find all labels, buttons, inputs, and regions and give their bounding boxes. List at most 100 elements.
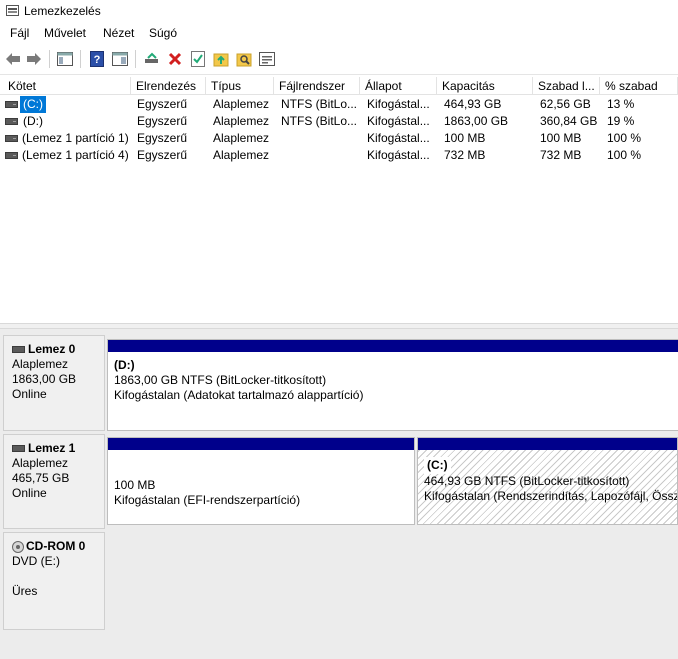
volume-free-space: 360,84 GB xyxy=(540,114,598,128)
column-header-status[interactable]: Állapot xyxy=(360,77,437,95)
back-arrow-icon[interactable] xyxy=(4,50,22,68)
volume-status: Kifogástal... xyxy=(367,97,430,111)
search-icon[interactable] xyxy=(235,50,253,68)
column-header-filesystem[interactable]: Fájlrendszer xyxy=(274,77,360,95)
table-row[interactable]: (Lemez 1 partíció 4) Egyszerű Alaplemez … xyxy=(0,147,678,164)
volume-type: Alaplemez xyxy=(213,148,270,162)
partition-efi[interactable]: 100 MB Kifogástalan (EFI-rendszerpartíci… xyxy=(107,437,415,525)
toolbar-separator xyxy=(49,50,50,68)
disk-icon xyxy=(12,346,25,354)
disk-status: Online xyxy=(12,486,47,500)
window-title: Lemezkezelés xyxy=(24,4,101,18)
cdrom-0-area xyxy=(106,532,678,630)
disk-management-icon xyxy=(6,5,19,16)
volume-free-space: 62,56 GB xyxy=(540,97,591,111)
svg-text:?: ? xyxy=(94,54,101,66)
partition-title: (C:) xyxy=(424,457,451,474)
menu-view[interactable]: Nézet xyxy=(102,26,135,40)
volume-percent-free: 13 % xyxy=(607,97,635,111)
cdrom-icon xyxy=(12,540,24,553)
volume-name: (Lemez 1 partíció 4) xyxy=(22,148,129,162)
cdrom-0-label[interactable]: CD-ROM 0 DVD (E:) Üres xyxy=(3,532,105,630)
console-tree-icon[interactable] xyxy=(56,50,74,68)
partition-size-fs: 464,93 GB NTFS (BitLocker-titkosított) xyxy=(424,474,630,488)
volume-free-space: 100 MB xyxy=(540,131,582,145)
disk-type: DVD (E:) xyxy=(12,554,60,568)
disk-size: 465,75 GB xyxy=(12,471,70,485)
help-icon[interactable]: ? xyxy=(88,50,106,68)
disk-size: 1863,00 GB xyxy=(12,372,77,386)
toolbar: ? xyxy=(0,44,678,75)
volume-layout: Egyszerű xyxy=(137,131,188,145)
toolbar-separator xyxy=(80,50,81,68)
partition-status: Kifogástalan (Rendszerindítás, Lapozófáj… xyxy=(424,489,677,503)
settings-list-icon[interactable] xyxy=(258,50,276,68)
volume-type: Alaplemez xyxy=(213,114,270,128)
partition-bar xyxy=(418,438,677,450)
disk-map: Lemez 0 Alaplemez 1863,00 GB Online (D:)… xyxy=(0,329,678,659)
volume-percent-free: 100 % xyxy=(607,148,642,162)
volume-status: Kifogástal... xyxy=(367,148,430,162)
disk-type: Alaplemez xyxy=(12,456,69,470)
volume-name: (D:) xyxy=(23,114,43,128)
volume-percent-free: 100 % xyxy=(607,131,642,145)
disk-0-label[interactable]: Lemez 0 Alaplemez 1863,00 GB Online xyxy=(3,335,105,431)
toolbar-separator xyxy=(135,50,136,68)
disk-1-label[interactable]: Lemez 1 Alaplemez 465,75 GB Online xyxy=(3,434,105,529)
table-row[interactable]: (D:) Egyszerű Alaplemez NTFS (BitLo... K… xyxy=(0,113,678,130)
disk-name: Lemez 0 xyxy=(28,342,76,356)
table-row[interactable]: (C:) Egyszerű Alaplemez NTFS (BitLo... K… xyxy=(0,96,678,113)
volume-capacity: 100 MB xyxy=(444,131,486,145)
menu-file[interactable]: Fájl xyxy=(9,26,30,40)
disk-name: CD-ROM 0 xyxy=(26,539,86,553)
volume-type: Alaplemez xyxy=(213,97,270,111)
column-header-free-space[interactable]: Szabad l... xyxy=(533,77,600,95)
show-pane-icon[interactable] xyxy=(111,50,129,68)
table-row[interactable]: (Lemez 1 partíció 1) Egyszerű Alaplemez … xyxy=(0,130,678,147)
disk-type: Alaplemez xyxy=(12,357,69,371)
volume-layout: Egyszerű xyxy=(137,114,188,128)
disk-status: Online xyxy=(12,387,47,401)
partition-d[interactable]: (D:) 1863,00 GB NTFS (BitLocker-titkosít… xyxy=(107,339,678,431)
disk-name: Lemez 1 xyxy=(28,441,76,455)
partition-size: 100 MB xyxy=(114,478,156,492)
connect-icon[interactable] xyxy=(143,50,161,68)
partition-bar xyxy=(108,438,414,450)
column-header-volume[interactable]: Kötet xyxy=(0,77,131,95)
properties-icon[interactable] xyxy=(189,50,207,68)
forward-arrow-icon[interactable] xyxy=(25,50,43,68)
title-bar: Lemezkezelés xyxy=(0,0,678,22)
volume-capacity: 732 MB xyxy=(444,148,486,162)
column-header-layout[interactable]: Elrendezés xyxy=(131,77,206,95)
volume-free-space: 732 MB xyxy=(540,148,582,162)
disk-icon xyxy=(12,445,25,453)
folder-up-icon[interactable] xyxy=(212,50,230,68)
partition-title: (D:) xyxy=(114,358,135,372)
partition-c[interactable]: (C:) 464,93 GB NTFS (BitLocker-titkosíto… xyxy=(417,437,678,525)
volume-filesystem: NTFS (BitLo... xyxy=(281,114,358,128)
disk-0-partitions: (D:) 1863,00 GB NTFS (BitLocker-titkosít… xyxy=(106,339,678,431)
column-header-type[interactable]: Típus xyxy=(206,77,274,95)
volume-icon xyxy=(5,152,18,159)
disk-1-partitions: 100 MB Kifogástalan (EFI-rendszerpartíci… xyxy=(106,437,678,527)
column-header-capacity[interactable]: Kapacitás xyxy=(437,77,533,95)
column-header-percent-free[interactable]: % szabad xyxy=(600,77,678,95)
partition-size-fs: 1863,00 GB NTFS (BitLocker-titkosított) xyxy=(114,373,327,387)
volume-capacity: 464,93 GB xyxy=(444,97,502,111)
partition-status: Kifogástalan (EFI-rendszerpartíció) xyxy=(114,493,301,507)
volume-layout: Egyszerű xyxy=(137,97,188,111)
volume-icon xyxy=(5,135,18,142)
volume-capacity: 1863,00 GB xyxy=(444,114,509,128)
menu-help[interactable]: Súgó xyxy=(148,26,178,40)
volume-layout: Egyszerű xyxy=(137,148,188,162)
volume-list: Kötet Elrendezés Típus Fájlrendszer Álla… xyxy=(0,77,678,323)
menu-action[interactable]: Művelet xyxy=(43,26,87,40)
volume-status: Kifogástal... xyxy=(367,131,430,145)
disk-status: Üres xyxy=(12,584,38,598)
volume-name: (Lemez 1 partíció 1) xyxy=(22,131,129,145)
delete-icon[interactable] xyxy=(166,50,184,68)
volume-status: Kifogástal... xyxy=(367,114,430,128)
volume-percent-free: 19 % xyxy=(607,114,635,128)
volume-name: (C:) xyxy=(20,96,46,113)
volume-icon xyxy=(5,101,18,108)
